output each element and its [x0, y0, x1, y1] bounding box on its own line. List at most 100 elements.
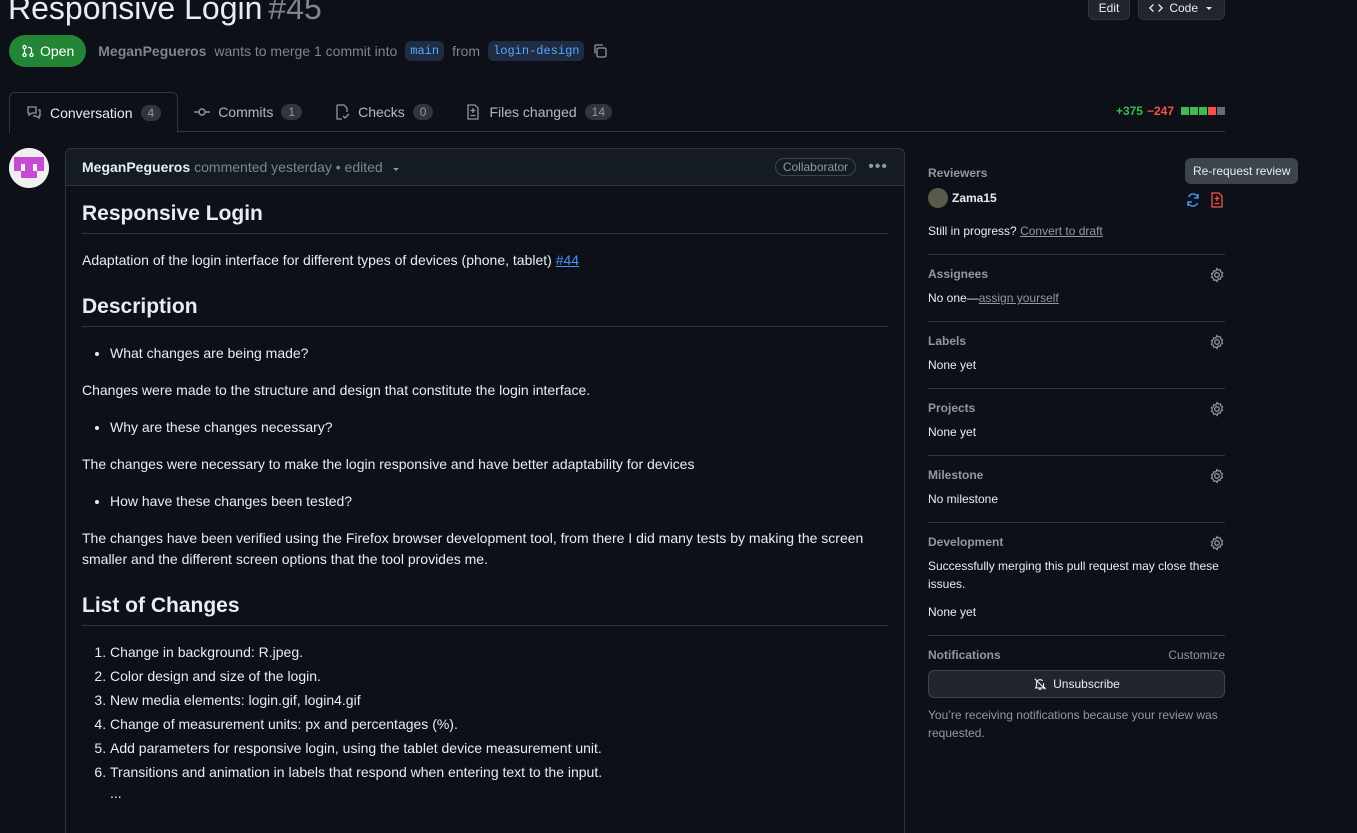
list-item: Transitions and animation in labels that…: [110, 762, 888, 783]
customize-link[interactable]: Customize: [1168, 648, 1225, 662]
diffstat: +375 −247: [1116, 104, 1225, 118]
base-branch[interactable]: main: [405, 41, 445, 61]
changes-heading: List of Changes: [82, 594, 888, 626]
diffstat-bar: [1180, 104, 1225, 118]
projects-title[interactable]: Projects: [928, 401, 1225, 415]
diff-additions: +375: [1115, 104, 1143, 118]
code-button[interactable]: Code: [1138, 0, 1225, 20]
tab-counter: 14: [584, 104, 613, 120]
sync-icon[interactable]: [1185, 192, 1201, 208]
code-icon: [1149, 4, 1164, 12]
question-list: Why are these changes necessary?: [82, 417, 888, 438]
tab-label: Commits: [218, 104, 274, 120]
pr-author-link[interactable]: MeganPegueros: [98, 43, 206, 59]
question-list: What changes are being made?: [82, 343, 888, 364]
comment-discussion-icon: [27, 106, 41, 120]
reviewer-actions: [1185, 192, 1225, 208]
tab-commits[interactable]: Commits 1: [178, 92, 318, 132]
gear-icon[interactable]: [1209, 535, 1225, 551]
changes-list: Change in background: R.jpeg. Color desi…: [82, 642, 888, 783]
assignees-title[interactable]: Assignees: [928, 267, 1225, 281]
assignees-section: Assignees No one—assign yourself: [928, 255, 1225, 322]
draft-row: Still in progress? Convert to draft: [928, 222, 1225, 240]
tab-files-changed[interactable]: Files changed 14: [449, 92, 628, 132]
state-badge: Open: [9, 35, 87, 67]
diffstat-block: [1217, 107, 1225, 115]
avatar[interactable]: [928, 188, 948, 208]
tab-label: Conversation: [50, 105, 133, 121]
diffstat-block: [1181, 107, 1189, 115]
page-title: Responsive Login #45: [8, 0, 322, 28]
assignees-row: No one—assign yourself: [928, 289, 1225, 307]
convert-to-draft-link[interactable]: Convert to draft: [1020, 224, 1103, 238]
edit-button[interactable]: Edit: [1087, 0, 1131, 20]
reviewers-title[interactable]: Reviewers: [928, 166, 1225, 180]
labels-text: None yet: [928, 358, 977, 372]
tab-checks[interactable]: Checks 0: [318, 92, 449, 132]
diffstat-block: [1199, 107, 1207, 115]
development-none: None yet: [928, 605, 977, 619]
chevron-down-icon[interactable]: [391, 164, 401, 174]
tab-conversation[interactable]: Conversation 4: [9, 92, 179, 133]
avatar[interactable]: [9, 148, 49, 188]
description-heading: Description: [82, 295, 888, 327]
pr-number: #45: [268, 0, 322, 26]
commit-icon: [194, 108, 211, 116]
pr-meta: Open MeganPegueros wants to merge 1 comm…: [9, 35, 608, 67]
list-item: Change in background: R.jpeg.: [110, 642, 888, 663]
labels-title[interactable]: Labels: [928, 334, 1225, 348]
gear-icon[interactable]: [1209, 401, 1225, 417]
diffstat-block: [1190, 107, 1198, 115]
head-branch[interactable]: login-design: [488, 41, 585, 61]
unsubscribe-button[interactable]: Unsubscribe: [928, 670, 1225, 698]
body-intro: Adaptation of the login interface for di…: [82, 250, 888, 271]
ellipsis-text: ...: [110, 785, 122, 801]
comment-header: MeganPegueros commented yesterday • edit…: [66, 149, 904, 186]
answer-text: Changes were made to the structure and d…: [82, 382, 591, 398]
milestone-title[interactable]: Milestone: [928, 468, 1225, 482]
re-request-review-tooltip: Re-request review: [1185, 158, 1299, 184]
kebab-menu-icon[interactable]: •••: [868, 158, 888, 176]
milestone-section: Milestone No milestone: [928, 456, 1225, 523]
assign-yourself-link[interactable]: assign yourself: [979, 291, 1059, 305]
projects-section: Projects None yet: [928, 389, 1225, 456]
collaborator-badge: Collaborator: [774, 158, 857, 176]
identicon: [9, 148, 49, 188]
merge-text: wants to merge 1 commit into: [214, 43, 398, 59]
gear-icon[interactable]: [1209, 267, 1225, 283]
checklist-icon: [336, 104, 350, 120]
answer-text: The changes have been verified using the…: [82, 530, 864, 567]
notification-reason: You’re receiving notifications because y…: [928, 708, 1218, 740]
assignees-text: No one—: [928, 291, 979, 305]
tab-label: Files changed: [489, 104, 577, 120]
comment-author-link[interactable]: MeganPegueros: [82, 159, 190, 175]
intro-text: Adaptation of the login interface for di…: [82, 252, 552, 268]
file-diff-icon[interactable]: [1209, 192, 1225, 208]
list-item: Add parameters for responsive login, usi…: [110, 738, 888, 759]
edit-button-label: Edit: [1098, 1, 1120, 15]
file-diff-icon: [467, 104, 480, 120]
question-list: How have these changes been tested?: [82, 491, 888, 512]
issue-link[interactable]: #44: [556, 252, 579, 268]
development-title[interactable]: Development: [928, 535, 1225, 549]
diffstat-block: [1208, 107, 1216, 115]
gear-icon[interactable]: [1209, 334, 1225, 350]
body-heading: Responsive Login: [82, 202, 888, 234]
list-item: Change of measurement units: px and perc…: [110, 714, 888, 735]
development-section: Development Successfully merging this pu…: [928, 523, 1225, 636]
answer-text: The changes were necessary to make the l…: [82, 456, 695, 472]
reviewer-name[interactable]: Zama15: [952, 191, 997, 205]
development-text: Successfully merging this pull request m…: [928, 559, 1219, 591]
list-item: What changes are being made?: [110, 343, 888, 364]
comment-meta[interactable]: commented yesterday • edited: [194, 159, 383, 175]
labels-section: Labels None yet: [928, 322, 1225, 389]
copy-icon[interactable]: [592, 43, 608, 59]
unsubscribe-label: Unsubscribe: [1053, 677, 1120, 691]
sidebar: Reviewers Zama15 Still in progress? Conv…: [928, 160, 1225, 756]
pr-tabs: Conversation 4 Commits 1 Checks 0 Files …: [9, 92, 1225, 133]
gear-icon[interactable]: [1209, 468, 1225, 484]
reviewers-section: Reviewers Zama15 Still in progress? Conv…: [928, 160, 1225, 255]
from-text: from: [452, 43, 481, 59]
list-item: How have these changes been tested?: [110, 491, 888, 512]
pull-request-icon: [22, 44, 34, 58]
